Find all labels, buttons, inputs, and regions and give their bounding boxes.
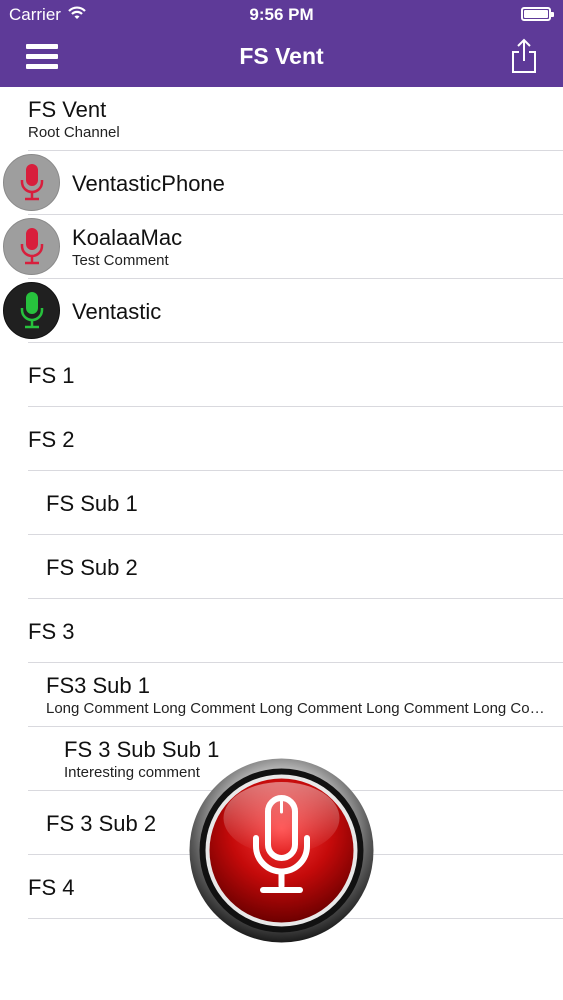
navigation-bar: FS Vent xyxy=(0,28,563,87)
channel-row-fs-sub1[interactable]: FS Sub 1 xyxy=(28,471,563,535)
channel-title: FS3 Sub 1 xyxy=(46,673,150,698)
channel-title: FS 3 xyxy=(28,619,75,644)
channel-row-fs-sub2[interactable]: FS Sub 2 xyxy=(28,535,563,599)
status-time: 9:56 PM xyxy=(249,5,314,24)
channel-comment: Root Channel xyxy=(28,124,120,141)
user-row-ventastic[interactable]: Ventastic xyxy=(3,279,563,343)
microphone-icon xyxy=(20,163,43,200)
channel-row-fs3-sub1[interactable]: FS3 Sub 1 Long Comment Long Comment Long… xyxy=(28,663,563,727)
status-bar: Carrier 9:56 PM xyxy=(0,0,563,28)
channel-title: FS Sub 2 xyxy=(46,555,138,580)
top-bar: Carrier 9:56 PM FS Vent xyxy=(0,0,563,87)
page-title: FS Vent xyxy=(239,43,324,69)
channel-row-fs2[interactable]: FS 2 xyxy=(28,407,563,471)
channel-title: FS 3 Sub Sub 1 xyxy=(64,737,220,762)
channel-title: FS 2 xyxy=(28,427,75,452)
microphone-icon xyxy=(20,291,43,328)
user-comment: Test Comment xyxy=(72,252,169,269)
push-to-talk-button[interactable] xyxy=(189,758,374,943)
user-row-koalaamac[interactable]: KoalaaMac Test Comment xyxy=(3,215,563,279)
channel-title: FS 3 Sub 2 xyxy=(46,811,157,836)
channel-title: FS Vent xyxy=(28,97,107,122)
user-avatar xyxy=(3,282,60,339)
channel-row-fs3[interactable]: FS 3 xyxy=(28,599,563,663)
channel-comment: Long Comment Long Comment Long Comment L… xyxy=(46,700,546,717)
channel-title: FS Sub 1 xyxy=(46,491,138,516)
share-icon[interactable] xyxy=(509,38,539,74)
battery-icon xyxy=(521,7,554,21)
hamburger-menu-icon[interactable] xyxy=(26,42,58,70)
user-row-ventasticphone[interactable]: VentasticPhone xyxy=(3,151,563,215)
user-name: KoalaaMac xyxy=(72,225,183,250)
user-name: VentasticPhone xyxy=(72,171,225,196)
user-avatar xyxy=(3,154,60,211)
user-name: Ventastic xyxy=(72,299,162,324)
user-avatar xyxy=(3,218,60,275)
channel-row-fs1[interactable]: FS 1 xyxy=(28,343,563,407)
channel-comment: Interesting comment xyxy=(64,764,200,781)
channel-title: FS 4 xyxy=(28,875,75,900)
microphone-icon xyxy=(20,227,43,264)
channel-title: FS 1 xyxy=(28,363,75,388)
channel-row-root[interactable]: FS Vent Root Channel xyxy=(28,87,563,151)
